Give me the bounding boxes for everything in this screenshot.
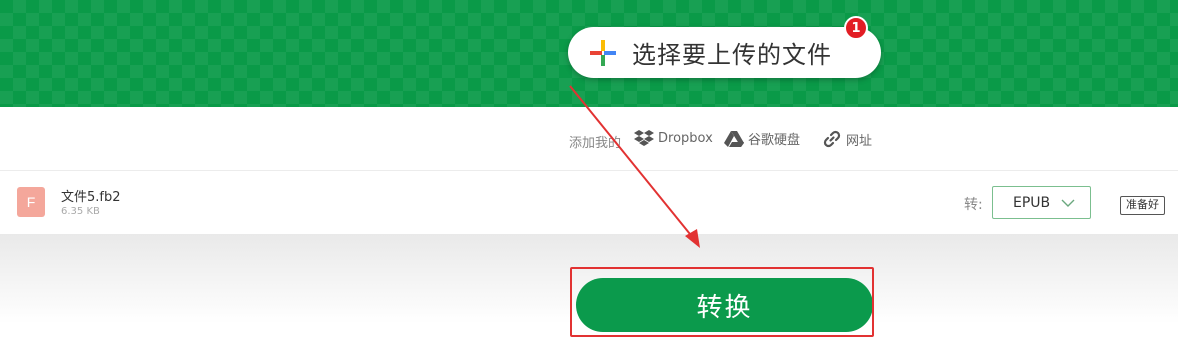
plus-icon	[590, 39, 616, 66]
link-icon	[823, 130, 841, 148]
convert-button[interactable]: 转换	[576, 278, 873, 332]
dropbox-icon	[634, 130, 654, 146]
google-drive-label: 谷歌硬盘	[748, 133, 801, 148]
dropbox-label: Dropbox	[658, 130, 713, 146]
upload-header: 选择要上传的文件 1	[0, 0, 1178, 107]
url-source[interactable]: 网址	[822, 129, 872, 149]
chevron-down-icon	[1061, 199, 1075, 207]
add-from-label: 添加我的	[569, 136, 622, 151]
url-label: 网址	[846, 133, 873, 149]
google-drive-icon	[724, 130, 744, 147]
google-drive-source[interactable]: 谷歌硬盘	[724, 129, 800, 148]
file-size: 6.35 KB	[61, 206, 100, 217]
file-count-badge: 1	[844, 16, 868, 40]
output-format-value: EPUB	[1013, 194, 1051, 211]
add-from-row: 添加我的 Dropbox 谷歌硬盘 网址	[0, 107, 1178, 170]
dropbox-source[interactable]: Dropbox	[634, 129, 713, 147]
file-name: 文件5.fb2	[61, 190, 121, 205]
choose-files-label: 选择要上传的文件	[632, 41, 832, 69]
status-badge: 准备好	[1120, 196, 1165, 215]
file-row: F 文件5.fb2 6.35 KB 转: EPUB 准备好	[0, 171, 1178, 234]
file-type-icon: F	[17, 187, 45, 217]
output-format-select[interactable]: EPUB	[992, 186, 1091, 219]
choose-files-button[interactable]: 选择要上传的文件	[568, 27, 881, 78]
convert-to-label: 转:	[964, 197, 983, 213]
